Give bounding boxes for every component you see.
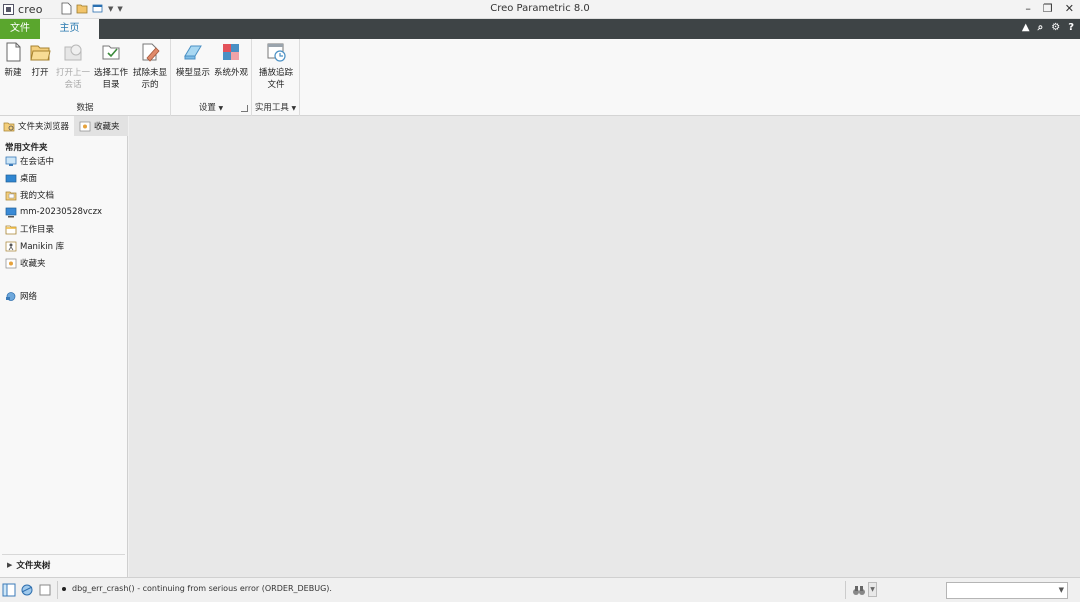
- chevron-down-icon: ▼: [1058, 586, 1064, 594]
- system-appearance-button[interactable]: 系统外观: [213, 41, 249, 79]
- new-file-icon: [6, 42, 21, 62]
- ribbon-group-data: 新建 打开 打开上一会话 选择工作目录 拭除未显示的 数据: [0, 39, 171, 116]
- computer-icon: [5, 207, 17, 217]
- folder-manikin-library[interactable]: Manikin 库: [5, 239, 64, 253]
- find-dropdown[interactable]: ▼: [868, 582, 877, 597]
- play-trail-file-button[interactable]: 播放追踪文件: [256, 41, 296, 91]
- group-label-utilities[interactable]: 实用工具 ▼: [252, 101, 299, 113]
- search-icon[interactable]: ⌕: [1038, 22, 1044, 33]
- message-area: dbg_err_crash() - continuing from seriou…: [62, 584, 332, 593]
- model-display-button[interactable]: 模型显示: [175, 41, 211, 79]
- tab-favorites[interactable]: 收藏夹: [74, 116, 128, 136]
- tab-folder-browser[interactable]: 文件夹浏览器: [0, 116, 74, 136]
- folder-browser-icon: [3, 122, 15, 131]
- binoculars-icon[interactable]: [852, 583, 866, 597]
- dialog-launcher-icon[interactable]: [241, 105, 248, 112]
- favorites-icon: [79, 121, 91, 131]
- status-bar: dbg_err_crash() - continuing from seriou…: [0, 577, 1080, 602]
- group-label-data: 数据: [76, 103, 94, 113]
- group-label-settings[interactable]: 设置 ▼: [171, 101, 251, 113]
- tab-file[interactable]: 文件: [0, 19, 40, 39]
- toggle-browser-icon[interactable]: [20, 583, 34, 597]
- ribbon: 新建 打开 打开上一会话 选择工作目录 拭除未显示的 数据 模型显示 系统外观 …: [0, 39, 1080, 116]
- in-session-icon: [5, 156, 17, 166]
- model-display-icon: [184, 45, 202, 60]
- help-icon[interactable]: ?: [1068, 22, 1074, 33]
- manikin-library-icon: [5, 241, 17, 251]
- selection-filter-dropdown[interactable]: ▼: [946, 582, 1068, 599]
- status-divider: [845, 581, 846, 599]
- desktop-icon: [5, 174, 17, 182]
- erase-not-displayed-icon: [142, 43, 160, 62]
- chevron-down-icon: ▼: [291, 105, 297, 112]
- settings-icon[interactable]: ⚙: [1051, 22, 1060, 33]
- open-last-session-button[interactable]: 打开上一会话: [55, 41, 91, 91]
- graphics-area[interactable]: [129, 116, 1080, 577]
- tab-home[interactable]: 主页: [40, 19, 99, 39]
- open-last-session-icon: [64, 44, 82, 61]
- creo-window: creo ▼ ▼ Creo Parametric 8.0 – ❐ ✕ 文件 主页…: [0, 0, 1080, 602]
- full-screen-icon[interactable]: [38, 583, 52, 597]
- folder-favorites[interactable]: 收藏夹: [5, 256, 46, 270]
- find-tool: ▼: [852, 582, 877, 597]
- minimize-button[interactable]: –: [1025, 2, 1031, 15]
- my-documents-icon: [5, 191, 17, 200]
- folder-desktop[interactable]: 桌面: [5, 171, 37, 185]
- maximize-button[interactable]: ❐: [1043, 2, 1053, 15]
- common-folders-title: 常用文件夹: [5, 143, 48, 153]
- window-title: Creo Parametric 8.0: [490, 3, 590, 14]
- select-working-dir-button[interactable]: 选择工作目录: [93, 41, 129, 91]
- ribbon-tab-bar: 文件 主页 ▲ ⌕ ⚙ ?: [0, 19, 1080, 39]
- ribbon-group-settings: 模型显示 系统外观 设置 ▼: [171, 39, 252, 116]
- select-working-dir-icon: [102, 45, 120, 60]
- new-button[interactable]: 新建: [2, 41, 24, 79]
- erase-not-displayed-button[interactable]: 拭除未显示的: [131, 41, 169, 91]
- folder-network[interactable]: 网络: [5, 289, 37, 303]
- play-trail-file-icon: [267, 43, 286, 62]
- help-icons: ▲ ⌕ ⚙ ?: [1022, 22, 1074, 33]
- status-divider: [57, 581, 58, 599]
- navigator-tabs: 文件夹浏览器 收藏夹: [0, 116, 128, 136]
- open-folder-icon: [30, 45, 51, 61]
- close-button[interactable]: ✕: [1065, 2, 1074, 15]
- toggle-navigator-icon[interactable]: [2, 583, 16, 597]
- folder-working-directory[interactable]: 工作目录: [5, 222, 54, 236]
- chevron-right-icon: ▶: [7, 561, 13, 569]
- folder-tree-toggle[interactable]: ▶ 文件夹树: [7, 559, 50, 571]
- folder-my-documents[interactable]: 我的文档: [5, 188, 54, 202]
- working-directory-icon: [5, 225, 17, 234]
- favorites-icon: [5, 258, 17, 268]
- chevron-down-icon: ▼: [218, 105, 224, 112]
- navigator-panel: 文件夹浏览器 收藏夹 常用文件夹 在会话中 桌面 我的文档 mm-2023052…: [0, 116, 128, 577]
- minimize-ribbon-icon[interactable]: ▲: [1022, 22, 1030, 33]
- ribbon-group-utilities: 播放追踪文件 实用工具 ▼: [252, 39, 300, 116]
- message-bullet-icon: [62, 586, 66, 591]
- title-bar: creo ▼ ▼ Creo Parametric 8.0 – ❐ ✕: [0, 0, 1080, 19]
- folder-tree-divider: [2, 554, 125, 555]
- window-controls: – ❐ ✕: [1025, 2, 1074, 15]
- open-button[interactable]: 打开: [28, 41, 52, 79]
- folder-in-session[interactable]: 在会话中: [5, 154, 54, 168]
- system-appearance-icon: [223, 44, 239, 60]
- folder-computer[interactable]: mm-20230528vczx: [5, 205, 102, 219]
- network-icon: [6, 291, 16, 301]
